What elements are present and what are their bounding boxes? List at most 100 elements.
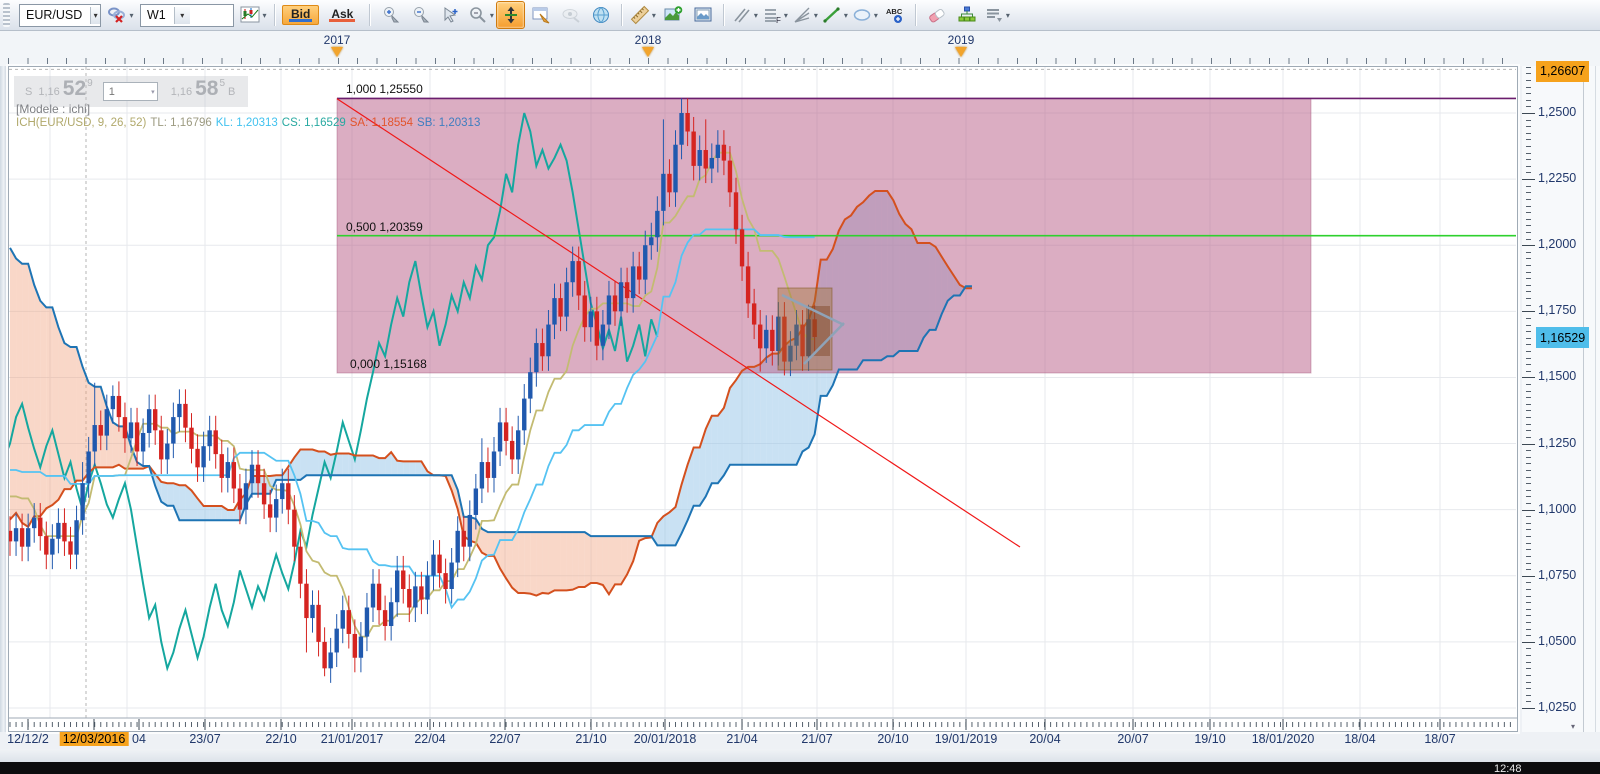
zoom-in-icon[interactable] (376, 1, 405, 29)
fibonacci-tool-icon[interactable]: F ▾ (760, 1, 789, 29)
vertical-measure-icon[interactable] (496, 1, 526, 29)
fan-lines-icon[interactable]: ▾ (790, 1, 819, 29)
magnifier-icon[interactable]: ▾ (466, 1, 495, 29)
toolbar-separator (723, 4, 725, 26)
price-minor-tick (1526, 588, 1531, 590)
fan-glyph (794, 7, 810, 23)
eye-glyph (562, 9, 580, 23)
price-minor-tick (1526, 496, 1531, 498)
price-minor-tick (1526, 456, 1531, 458)
price-minor-tick (1526, 483, 1531, 485)
date-tick-label: 04 (132, 732, 146, 746)
zoomout-glyph (413, 7, 430, 23)
eraser-icon[interactable] (922, 1, 951, 29)
svg-text:F: F (776, 16, 781, 25)
price-minor-tick (1526, 529, 1531, 531)
price-minor-tick (1526, 569, 1531, 571)
sell-price-small: 1,16 (38, 85, 60, 98)
ruler-icon[interactable]: ▾ (628, 1, 657, 29)
chevron-down-icon[interactable]: ▾ (490, 11, 494, 20)
price-minor-tick (1526, 397, 1531, 399)
price-minor-tick (1526, 73, 1531, 75)
candlestick-chart[interactable] (9, 67, 1517, 731)
timeframe-select-value: W1 (147, 8, 166, 22)
unlink-icon[interactable]: ▾ (106, 1, 135, 29)
price-minor-tick (1526, 146, 1531, 148)
abc-glyph: ABC (886, 7, 903, 23)
date-tick-label: 22/07 (489, 732, 521, 746)
chevron-down-icon[interactable]: ▾ (754, 11, 758, 20)
more-tools-icon[interactable]: ▾ (982, 1, 1011, 29)
date-tick-label: 21/07 (801, 732, 833, 746)
hierarchy-icon[interactable] (952, 1, 981, 29)
price-tick-label: 1,0250 (1538, 699, 1577, 714)
price-minor-tick (1526, 423, 1531, 425)
price-minor-tick (1526, 317, 1531, 319)
price-axis[interactable]: 1,2500 1,2250 1,2000 1,1750 1,1500 1,1250 1,10… (1522, 60, 1600, 732)
price-tick-label: 1,1750 (1538, 303, 1577, 318)
date-tick-label: 18/07 (1424, 732, 1456, 746)
price-minor-tick (1526, 258, 1531, 260)
ask-button[interactable]: Ask (322, 5, 362, 25)
price-minor-tick (1526, 622, 1531, 624)
price-major-tick (1522, 509, 1535, 511)
edit-window-icon[interactable] (526, 1, 555, 29)
web-globe-icon[interactable] (586, 1, 615, 29)
zoom-select-icon[interactable] (436, 1, 465, 29)
indicator-part-3: CS: 1,16529 (281, 117, 346, 129)
snapshot-icon[interactable] (688, 1, 717, 29)
visibility-icon[interactable] (556, 1, 585, 29)
ellipse-glyph (853, 9, 871, 21)
chevron-down-icon[interactable]: ▾ (129, 11, 133, 20)
timeframe-select[interactable]: W1 ▾ (140, 3, 234, 27)
add-image-icon[interactable] (658, 1, 687, 29)
chevron-down-icon[interactable]: ▾ (652, 11, 656, 20)
model-label: [Modele : ichi] (16, 102, 91, 116)
price-minor-tick (1526, 661, 1531, 663)
zoom-out-icon[interactable] (406, 1, 435, 29)
chart-type-icon[interactable]: ▾ (239, 1, 268, 29)
sell-price-big[interactable]: 52 (63, 78, 86, 100)
price-major-tick (1522, 113, 1535, 114)
chevron-down-icon[interactable]: ▾ (262, 11, 266, 20)
price-minor-tick (1526, 152, 1531, 154)
price-minor-tick (1526, 674, 1531, 676)
axis-options-chevron[interactable]: ▾ (1571, 722, 1575, 731)
date-tick-label: 20/10 (877, 732, 909, 746)
price-minor-tick (1526, 132, 1531, 134)
chevron-down-icon[interactable]: ▾ (844, 11, 848, 20)
price-major-tick (1522, 641, 1535, 643)
toolbar-grip[interactable] (3, 3, 10, 27)
price-major-tick (1522, 245, 1535, 247)
chevron-down-icon[interactable]: ▾ (1006, 11, 1010, 20)
chevron-down-icon[interactable]: ▾ (784, 11, 788, 20)
parallel-lines-icon[interactable]: ▾ (730, 1, 759, 29)
price-minor-tick (1526, 185, 1531, 187)
price-minor-tick (1526, 694, 1531, 696)
chevron-down-icon[interactable]: ▾ (814, 11, 818, 20)
price-minor-tick (1526, 390, 1531, 392)
fib-glyph: F (764, 9, 781, 25)
chevron-down-icon: ▾ (90, 6, 100, 24)
year-axis[interactable]: 2017 2018 2019 (0, 31, 1600, 66)
chart-plot-area[interactable]: 1,000 1,25550 0,500 1,20359 0,000 1,1516… (8, 66, 1518, 732)
price-major-tick (1522, 311, 1535, 313)
bid-button[interactable]: Bid (282, 5, 320, 25)
quantity-combo[interactable]: 1 ▾ (102, 82, 158, 101)
text-tool-icon[interactable]: ABC (880, 1, 909, 29)
ellipse-tool-icon[interactable]: ▾ (850, 1, 879, 29)
winedit-glyph (532, 7, 550, 24)
date-axis[interactable]: 12/12/2 12/03/2016 04 23/07 22/10 21/01/2017 2… (0, 731, 1600, 749)
segment-tool-icon[interactable]: ▾ (820, 1, 849, 29)
price-minor-tick (1526, 430, 1531, 432)
price-major-tick (1522, 575, 1535, 577)
chevron-down-icon[interactable]: ▾ (874, 11, 878, 20)
candlechart-glyph (240, 6, 260, 23)
price-minor-tick (1526, 364, 1531, 366)
taskbar: 12:48 (0, 762, 1600, 774)
zoomsel-glyph (444, 7, 458, 23)
symbol-select[interactable]: EUR/USD ▾ (19, 3, 101, 27)
price-major-tick (1522, 377, 1535, 379)
chevron-down-icon: ▾ (151, 88, 155, 96)
buy-price-big[interactable]: 58 (195, 78, 218, 100)
